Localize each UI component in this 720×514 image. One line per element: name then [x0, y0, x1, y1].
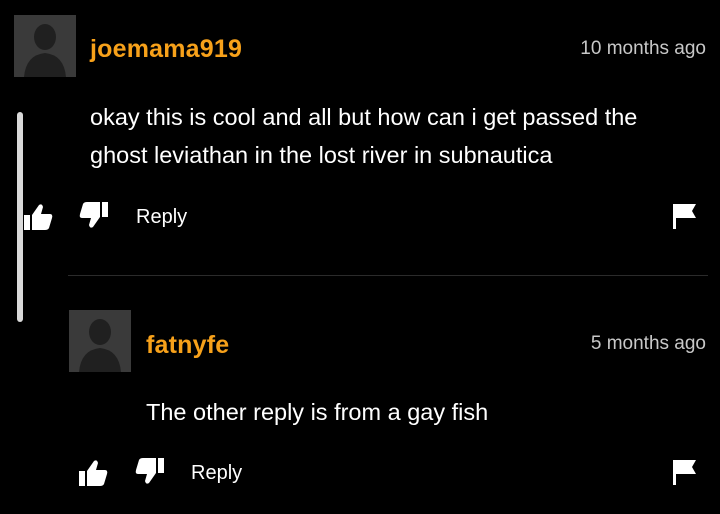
flag-button[interactable] [669, 201, 701, 231]
flag-icon [673, 460, 696, 485]
reply-button[interactable]: Reply [191, 462, 242, 485]
comment-divider [68, 275, 708, 276]
comment-username[interactable]: fatnyfe [146, 331, 229, 360]
downvote-button[interactable] [134, 456, 166, 486]
reply-button[interactable]: Reply [136, 206, 187, 229]
comment-username[interactable]: joemama919 [90, 35, 242, 64]
flag-icon [673, 204, 696, 229]
comment-text: The other reply is from a gay fish [146, 399, 489, 425]
default-avatar-icon [14, 15, 76, 77]
downvote-button[interactable] [78, 200, 110, 230]
avatar[interactable] [14, 15, 76, 77]
comment-timestamp: 5 months ago [590, 333, 706, 354]
comment-timestamp: 10 months ago [580, 38, 706, 59]
upvote-button[interactable] [22, 202, 54, 232]
thumbs-down-icon [79, 202, 108, 228]
avatar[interactable] [69, 310, 131, 372]
default-avatar-icon [69, 310, 131, 372]
upvote-button[interactable] [77, 458, 109, 488]
flag-button[interactable] [669, 457, 701, 487]
thumbs-up-icon [79, 460, 108, 486]
thumbs-up-icon [24, 204, 53, 230]
thumbs-down-icon [135, 458, 164, 484]
comment-text: okay this is cool and all but how can i … [90, 104, 638, 168]
